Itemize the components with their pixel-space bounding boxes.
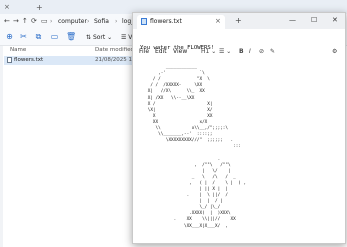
notepad-tab[interactable]: flowers.txt × [137,15,225,29]
close-icon[interactable]: ✕ [332,16,338,24]
navigation-pane [0,46,3,247]
new-tab-icon[interactable]: + [235,16,242,25]
breadcrumb-separator: › [115,18,118,25]
notepad-window: flowers.txt × + — ☐ ✕ File Edit View H1 … [132,12,346,244]
breadcrumb-separator: › [50,18,53,25]
text-first-line: You water the FLOWERS! [140,45,215,51]
notepad-file-icon [141,18,147,25]
explorer-new-tab-icon[interactable]: + [36,3,43,12]
copy-icon[interactable]: ⧉ [34,33,43,41]
minimize-icon[interactable]: — [289,16,296,24]
column-header-date-modified[interactable]: Date modified [95,47,134,53]
new-item-icon[interactable]: ⊕ [5,33,14,41]
breadcrumb-separator: › [87,18,90,25]
breadcrumb-sofia[interactable]: Sofia [94,18,109,25]
sort-label: Sort [92,34,106,41]
file-name[interactable]: flowers.txt [14,57,43,63]
cut-icon[interactable]: ✂ [19,33,28,41]
up-icon[interactable]: ↑ [22,17,28,25]
ascii-art: ____________ ,-' `\ / / "X \ / / /XXXXX-… [147,65,247,229]
refresh-icon[interactable]: ⟳ [31,17,37,25]
pc-icon: ▭ [41,17,48,25]
column-header-name[interactable]: Name [10,47,26,53]
maximize-icon[interactable]: ☐ [311,16,317,24]
breadcrumb-log-in[interactable]: log_in [122,18,132,25]
notepad-text-area[interactable]: You water the FLOWERS! ____________ ,-' … [140,45,340,241]
rename-icon[interactable]: ▭ [50,33,59,41]
notepad-menubar: File Edit View H1 ⌄ ☰ ⌄ B I ⊘ ✎ ⚙ [133,29,345,55]
notepad-titlebar: flowers.txt × + — ☐ ✕ [133,13,345,29]
back-icon[interactable]: ← [4,17,10,25]
text-file-icon [7,57,12,63]
tab-close-icon[interactable]: × [215,17,221,25]
notepad-tab-title: flowers.txt [150,18,182,25]
delete-icon[interactable]: 🗑 [66,33,76,41]
explorer-tab-close-icon[interactable]: × [4,3,10,11]
forward-icon[interactable]: → [13,17,19,25]
sort-button[interactable]: ⇅ Sort ⌄ [86,34,112,41]
breadcrumb-computer[interactable]: computer [58,18,87,25]
